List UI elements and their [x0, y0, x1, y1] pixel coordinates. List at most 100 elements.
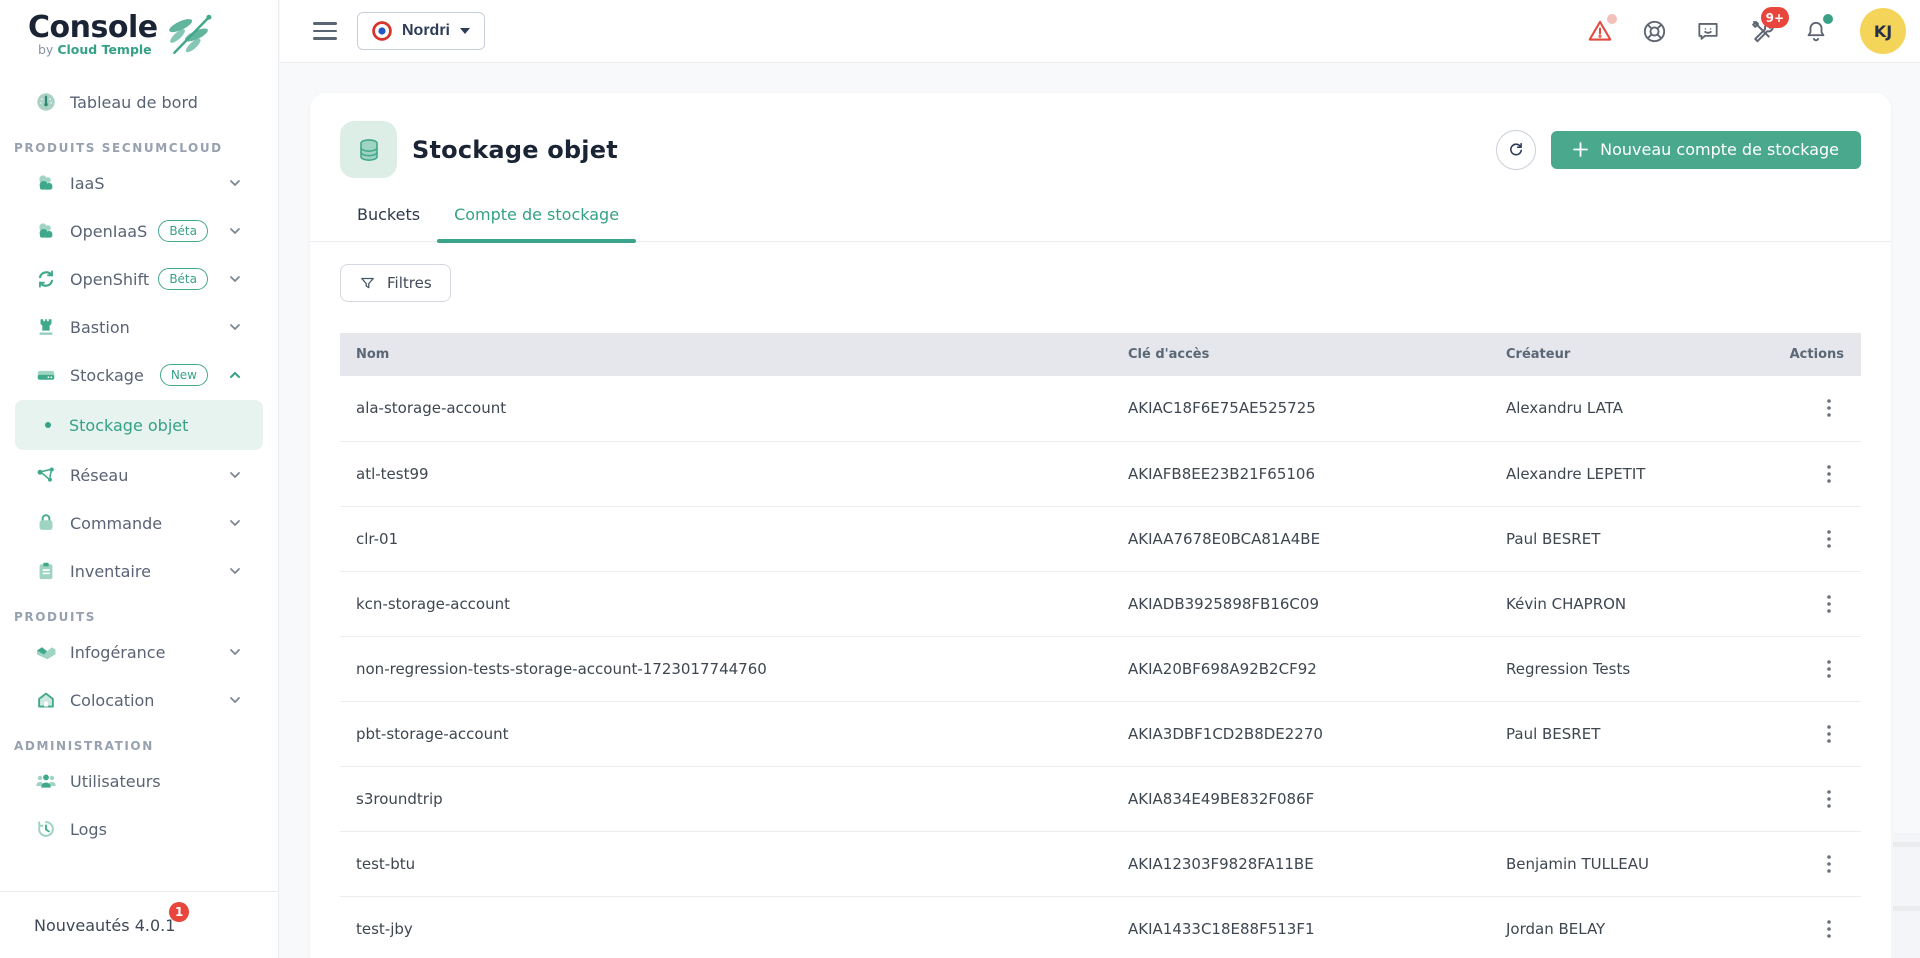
cell-creator: Benjamin TULLEAU [1490, 831, 1782, 896]
tab-bar: Buckets Compte de stockage [310, 205, 1891, 242]
sidebar-item-label: Logs [70, 820, 107, 839]
sidebar-item-colocation[interactable]: Colocation [0, 676, 278, 724]
sidebar-item-label: Utilisateurs [70, 772, 161, 791]
alert-dot [1607, 14, 1617, 24]
whats-new-link[interactable]: Nouveautés 4.0.1 1 [34, 916, 175, 935]
table-row: test-btu AKIA12303F9828FA11BE Benjamin T… [340, 831, 1861, 896]
beta-badge: Béta [158, 268, 208, 290]
sidebar-item-infogerance[interactable]: Infogérance [0, 628, 278, 676]
sidebar-item-stockage-objet[interactable]: Stockage objet [15, 400, 263, 450]
bullet-icon [45, 422, 51, 428]
cell-name: atl-test99 [340, 441, 1112, 506]
row-actions-menu-button[interactable] [1819, 393, 1839, 423]
storage-accounts-table: Nom Clé d'accès Créateur Actions ala-sto… [340, 333, 1861, 958]
cell-access-key: AKIAFB8EE23B21F65106 [1112, 441, 1490, 506]
users-icon [34, 769, 58, 793]
logo-byline: by Cloud Temple [28, 42, 158, 57]
sidebar-item-reseau[interactable]: Réseau [0, 451, 278, 499]
sidebar-item-openiaas[interactable]: OpenIaaS Béta [0, 207, 278, 255]
table-row: ala-storage-account AKIAC18F6E75AE525725… [340, 376, 1861, 441]
chevron-down-icon [228, 272, 242, 286]
server-icon [34, 363, 58, 387]
row-actions-menu-button[interactable] [1819, 849, 1839, 879]
hamburger-menu-icon[interactable] [313, 22, 337, 40]
tab-compte-de-stockage[interactable]: Compte de stockage [437, 205, 636, 241]
cell-access-key: AKIAA7678E0BCA81A4BE [1112, 506, 1490, 571]
sidebar-item-stockage[interactable]: Stockage New [0, 351, 278, 399]
cell-creator [1490, 766, 1782, 831]
logo-home-link[interactable]: Console by Cloud Temple [0, 0, 278, 62]
sidebar-item-bastion[interactable]: Bastion [0, 303, 278, 351]
dragonfly-icon [160, 12, 216, 62]
tower-icon [34, 315, 58, 339]
cell-creator: Paul BESRET [1490, 701, 1782, 766]
sidebar-item-inventaire[interactable]: Inventaire [0, 547, 278, 595]
cloud-icon [34, 171, 58, 195]
chevron-down-icon [228, 693, 242, 707]
plus-icon [1573, 142, 1588, 157]
sidebar: Console by Cloud Temple Tableau de bor [0, 0, 279, 958]
cell-creator: Paul BESRET [1490, 506, 1782, 571]
refresh-button[interactable] [1496, 130, 1536, 170]
tools-count-badge: 9+ [1761, 7, 1789, 28]
filters-row: Filtres [310, 242, 1891, 302]
row-actions-menu-button[interactable] [1819, 459, 1839, 489]
whats-new-label: Nouveautés 4.0.1 [34, 916, 175, 935]
sidebar-item-utilisateurs[interactable]: Utilisateurs [0, 757, 278, 805]
circular-arrows-icon [34, 267, 58, 291]
column-header-cle-acces: Clé d'accès [1112, 333, 1490, 376]
main-content: Stockage objet Nouveau compte de stockag… [280, 64, 1920, 958]
sidebar-item-openshift[interactable]: OpenShift Béta [0, 255, 278, 303]
storage-card: Stockage objet Nouveau compte de stockag… [310, 93, 1891, 958]
page-edge-scroll-strip[interactable] [1893, 833, 1920, 958]
tab-buckets[interactable]: Buckets [340, 205, 437, 241]
new-storage-account-button[interactable]: Nouveau compte de stockage [1551, 131, 1861, 169]
sidebar-section-title: PRODUITS SECNUMCLOUD [0, 141, 278, 155]
cell-name: test-btu [340, 831, 1112, 896]
sidebar-item-label: Inventaire [70, 562, 151, 581]
row-actions-menu-button[interactable] [1819, 914, 1839, 944]
chevron-down-icon [228, 468, 242, 482]
alerts-warning-icon[interactable] [1586, 17, 1614, 45]
row-actions-menu-button[interactable] [1819, 589, 1839, 619]
notifications-bell-icon[interactable] [1802, 17, 1830, 45]
sidebar-item-label: Commande [70, 514, 162, 533]
clipboard-icon [34, 559, 58, 583]
cell-creator: Regression Tests [1490, 636, 1782, 701]
row-actions-menu-button[interactable] [1819, 654, 1839, 684]
cloud-icon [34, 219, 58, 243]
cell-name: kcn-storage-account [340, 571, 1112, 636]
network-icon [34, 463, 58, 487]
table-row: non-regression-tests-storage-account-172… [340, 636, 1861, 701]
user-avatar[interactable]: KJ [1860, 8, 1906, 54]
tenant-selector[interactable]: Nordri [357, 12, 485, 50]
page-title: Stockage objet [412, 136, 618, 164]
row-actions-menu-button[interactable] [1819, 719, 1839, 749]
row-actions-menu-button[interactable] [1819, 784, 1839, 814]
filters-button[interactable]: Filtres [340, 264, 451, 302]
support-lifebuoy-icon[interactable] [1640, 17, 1668, 45]
database-icon [340, 121, 397, 178]
logo-console: Console [28, 12, 158, 44]
sidebar-item-label: OpenIaaS [70, 222, 147, 241]
chevron-up-icon [228, 368, 242, 382]
sidebar-item-logs[interactable]: Logs [0, 805, 278, 853]
tools-icon[interactable]: 9+ [1748, 17, 1776, 45]
sidebar-item-dashboard[interactable]: Tableau de bord [0, 78, 278, 126]
column-header-nom: Nom [340, 333, 1112, 376]
caret-down-icon [460, 28, 470, 34]
row-actions-menu-button[interactable] [1819, 524, 1839, 554]
chevron-down-icon [228, 645, 242, 659]
cell-access-key: AKIAC18F6E75AE525725 [1112, 376, 1490, 441]
sidebar-item-commande[interactable]: Commande [0, 499, 278, 547]
table-row: s3roundtrip AKIA834E49BE832F086F [340, 766, 1861, 831]
sidebar-footer: Nouveautés 4.0.1 1 [0, 891, 278, 958]
cocarde-icon [372, 21, 392, 41]
handshake-icon [34, 640, 58, 664]
sidebar-item-iaas[interactable]: IaaS [0, 159, 278, 207]
feedback-chat-icon[interactable] [1694, 17, 1722, 45]
beta-badge: Béta [158, 220, 208, 242]
cell-access-key: AKIA12303F9828FA11BE [1112, 831, 1490, 896]
sidebar-section-title: PRODUITS [0, 610, 278, 624]
cell-access-key: AKIADB3925898FB16C09 [1112, 571, 1490, 636]
